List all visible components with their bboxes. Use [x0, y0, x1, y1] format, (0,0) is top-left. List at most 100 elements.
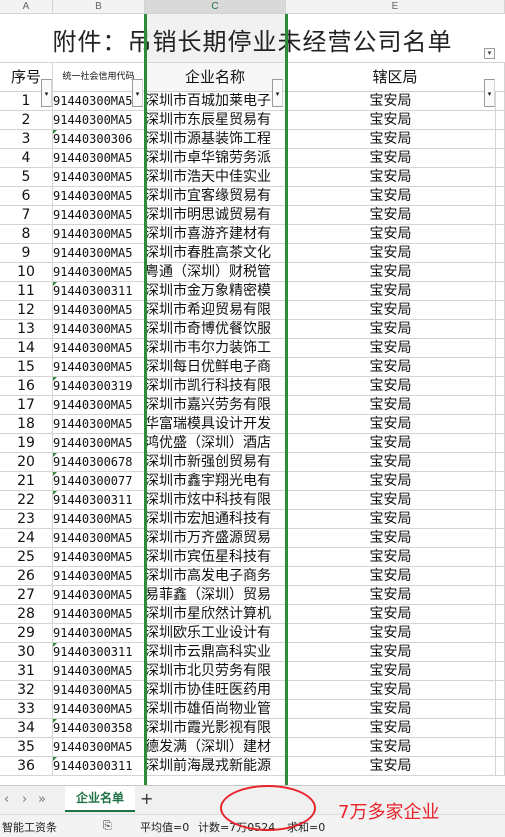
cell-bureau[interactable]: 宝安局 — [286, 472, 496, 490]
cell-company-name[interactable]: 深圳市浩天中佳实业 — [145, 168, 286, 186]
cell-seq[interactable]: 36 — [0, 757, 53, 775]
cell-seq[interactable]: 31 — [0, 662, 53, 680]
cell-company-name[interactable]: 粤通（深圳）财税管 — [145, 263, 286, 281]
cell-company-name[interactable]: 深圳市星欣然计算机 — [145, 605, 286, 623]
cell-credit-code[interactable]: 91440300MA5 — [53, 339, 145, 357]
cell-empty[interactable] — [496, 225, 505, 243]
cell-bureau[interactable]: 宝安局 — [286, 434, 496, 452]
cell-seq[interactable]: 20 — [0, 453, 53, 471]
cell-company-name[interactable]: 深圳市协佳旺医药用 — [145, 681, 286, 699]
cell-seq[interactable]: 15 — [0, 358, 53, 376]
cell-seq[interactable]: 27 — [0, 586, 53, 604]
cell-bureau[interactable]: 宝安局 — [286, 168, 496, 186]
status-app-name[interactable]: 智能工资条 — [2, 819, 57, 835]
cell-seq[interactable]: 12 — [0, 301, 53, 319]
cell-company-name[interactable]: 深圳市嘉兴劳务有限 — [145, 396, 286, 414]
cell-company-name[interactable]: 深圳市春胜高茶文化 — [145, 244, 286, 262]
cell-company-name[interactable]: 深圳市卓华锦劳务派 — [145, 149, 286, 167]
column-header-a[interactable]: A — [0, 0, 53, 13]
cell-seq[interactable]: 33 — [0, 700, 53, 718]
cell-company-name[interactable]: 华富瑞模具设计开发 — [145, 415, 286, 433]
cell-empty[interactable] — [496, 130, 505, 148]
cell-seq[interactable]: 9 — [0, 244, 53, 262]
cell-seq[interactable]: 7 — [0, 206, 53, 224]
cell-credit-code[interactable]: 91440300MA5 — [53, 396, 145, 414]
cell-seq[interactable]: 11 — [0, 282, 53, 300]
cell-bureau[interactable]: 宝安局 — [286, 377, 496, 395]
cell-bureau[interactable]: 宝安局 — [286, 339, 496, 357]
cell-company-name[interactable]: 深圳市宜客缘贸易有 — [145, 187, 286, 205]
cell-credit-code[interactable]: 91440300358 — [53, 719, 145, 737]
cell-company-name[interactable]: 深圳市宾伍星科技有 — [145, 548, 286, 566]
cell-empty[interactable] — [496, 301, 505, 319]
cell-credit-code[interactable]: 91440300MA5 — [53, 567, 145, 585]
header-company-name[interactable]: 企业名称 — [145, 63, 286, 91]
cell-seq[interactable]: 28 — [0, 605, 53, 623]
cell-bureau[interactable]: 宝安局 — [286, 662, 496, 680]
cell-company-name[interactable]: 深圳市北贝劳务有限 — [145, 662, 286, 680]
cell-company-name[interactable]: 深圳市源基装饰工程 — [145, 130, 286, 148]
cell-company-name[interactable]: 深圳市万齐盛源贸易 — [145, 529, 286, 547]
cell-empty[interactable] — [496, 187, 505, 205]
cell-bureau[interactable]: 宝安局 — [286, 301, 496, 319]
cell-bureau[interactable]: 宝安局 — [286, 396, 496, 414]
cell-credit-code[interactable]: 91440300MA5 — [53, 263, 145, 281]
cell-seq[interactable]: 8 — [0, 225, 53, 243]
cell-empty[interactable] — [496, 586, 505, 604]
cell-seq[interactable]: 16 — [0, 377, 53, 395]
cell-bureau[interactable]: 宝安局 — [286, 681, 496, 699]
cell-empty[interactable] — [496, 206, 505, 224]
cell-credit-code[interactable]: 91440300311 — [53, 643, 145, 661]
tab-sheet-company-list[interactable]: 企业名单 — [65, 786, 135, 812]
cell-bureau[interactable]: 宝安局 — [286, 263, 496, 281]
cell-credit-code[interactable]: 91440300MA5 — [53, 415, 145, 433]
cell-company-name[interactable]: 深圳市喜游齐建材有 — [145, 225, 286, 243]
cell-credit-code[interactable]: 91440300MA5 — [53, 434, 145, 452]
cell-credit-code[interactable]: 91440300MA5 — [53, 605, 145, 623]
cell-company-name[interactable]: 深圳市雄佰尚物业管 — [145, 700, 286, 718]
cell-empty[interactable] — [496, 415, 505, 433]
cell-empty[interactable] — [496, 681, 505, 699]
cell-credit-code[interactable]: 91440300MA5 — [53, 149, 145, 167]
column-header-c[interactable]: C — [145, 0, 286, 13]
cell-empty[interactable] — [496, 434, 505, 452]
cell-bureau[interactable]: 宝安局 — [286, 244, 496, 262]
cell-empty[interactable] — [496, 624, 505, 642]
cell-seq[interactable]: 30 — [0, 643, 53, 661]
status-icon[interactable]: ⎘ — [103, 819, 112, 833]
cell-seq[interactable]: 1 — [0, 92, 53, 110]
cell-credit-code[interactable]: 91440300MA5 — [53, 548, 145, 566]
cell-bureau[interactable]: 宝安局 — [286, 206, 496, 224]
cell-seq[interactable]: 32 — [0, 681, 53, 699]
cell-empty[interactable] — [496, 605, 505, 623]
cell-credit-code[interactable]: 91440300MA5 — [53, 700, 145, 718]
cell-bureau[interactable]: 宝安局 — [286, 700, 496, 718]
cell-bureau[interactable]: 宝安局 — [286, 149, 496, 167]
cell-empty[interactable] — [496, 149, 505, 167]
cell-credit-code[interactable]: 91440300MA5 — [53, 529, 145, 547]
cell-company-name[interactable]: 深圳市奇博优餐饮服 — [145, 320, 286, 338]
cell-seq[interactable]: 21 — [0, 472, 53, 490]
cell-credit-code[interactable]: 91440300MA5 — [53, 738, 145, 756]
cell-empty[interactable] — [496, 529, 505, 547]
add-sheet-button[interactable]: + — [140, 789, 153, 808]
sheet-title[interactable]: 附件：吊销长期停业未经营公司名单 — [0, 22, 505, 57]
cell-seq[interactable]: 13 — [0, 320, 53, 338]
cell-empty[interactable] — [496, 377, 505, 395]
cell-credit-code[interactable]: 91440300MA5 — [53, 510, 145, 528]
cell-company-name[interactable]: 深圳市炫中科技有限 — [145, 491, 286, 509]
cell-credit-code[interactable]: 91440300MA5 — [53, 244, 145, 262]
column-header-e[interactable]: E — [286, 0, 505, 13]
cell-bureau[interactable]: 宝安局 — [286, 130, 496, 148]
cell-empty[interactable] — [496, 662, 505, 680]
cell-bureau[interactable]: 宝安局 — [286, 187, 496, 205]
cell-empty[interactable] — [496, 757, 505, 775]
cell-empty[interactable] — [496, 92, 505, 110]
cell-company-name[interactable]: 深圳市希迎贸易有限 — [145, 301, 286, 319]
cell-bureau[interactable]: 宝安局 — [286, 320, 496, 338]
cell-credit-code[interactable]: 91440300311 — [53, 282, 145, 300]
tab-nav-prev-icon[interactable]: ‹ — [4, 792, 9, 807]
cell-empty[interactable] — [496, 567, 505, 585]
column-header-b[interactable]: B — [53, 0, 145, 13]
cell-bureau[interactable]: 宝安局 — [286, 643, 496, 661]
